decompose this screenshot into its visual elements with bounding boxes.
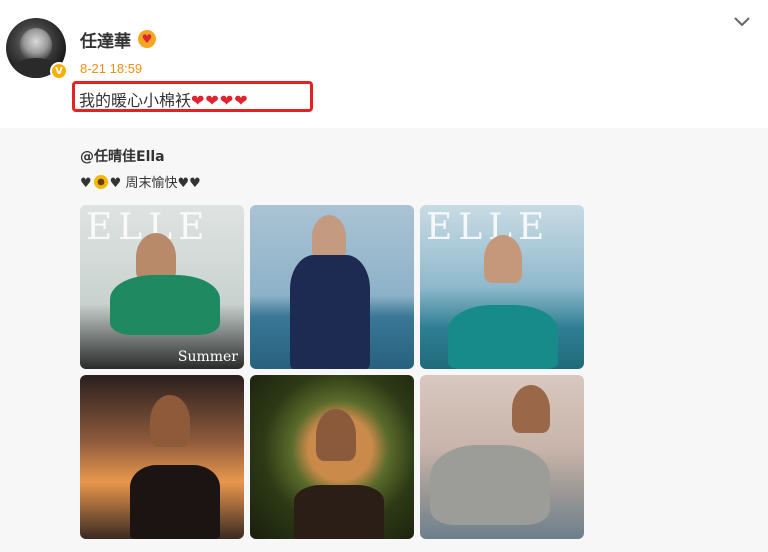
photo-subject [136,233,176,281]
sunflower-emoji-icon [93,175,108,189]
post-header: V 任達華 ♥ 8-21 18:59 我的暖心小棉袄❤❤❤❤ [0,0,768,128]
photo-subject [312,215,346,259]
verified-badge-icon: V [50,62,68,80]
photo-subject-clothing [430,445,550,525]
photo-subject-clothing [110,275,220,335]
post-text: 我的暖心小棉袄❤❤❤❤ [79,87,249,111]
cover-text: Summer [177,349,238,365]
photo-subject [150,395,190,447]
emoji-heart-icon: ♥ [138,30,156,48]
photo-6[interactable] [420,375,584,539]
photo-subject-clothing [130,465,220,539]
repost-text-prefix: ♥ [80,176,92,191]
photo-subject [316,409,356,461]
heart-emojis: ❤❤❤❤ [191,91,249,110]
photo-2[interactable] [250,205,414,369]
username[interactable]: 任達華 [80,27,131,52]
repost-text: ♥ ♥ 周末愉快♥♥ [80,172,201,191]
photo-4[interactable] [80,375,244,539]
photo-3[interactable]: ELLE [420,205,584,369]
post-text-body: 我的暖心小棉袄 [79,91,192,110]
photo-1[interactable]: ELLE Summer [80,205,244,369]
avatar-face [20,28,52,62]
chevron-down-icon[interactable] [732,14,752,30]
repost-author-mention[interactable]: @任晴佳Ella [80,146,165,166]
photo-subject-clothing [448,305,558,369]
repost-text-body: ♥ 周末愉快♥♥ [109,176,201,191]
post-timestamp[interactable]: 8-21 18:59 [80,61,142,76]
photo-5[interactable] [250,375,414,539]
photo-subject-clothing [290,255,370,369]
photo-subject [484,235,522,283]
photo-subject-clothing [294,485,384,539]
photo-subject [512,385,550,433]
